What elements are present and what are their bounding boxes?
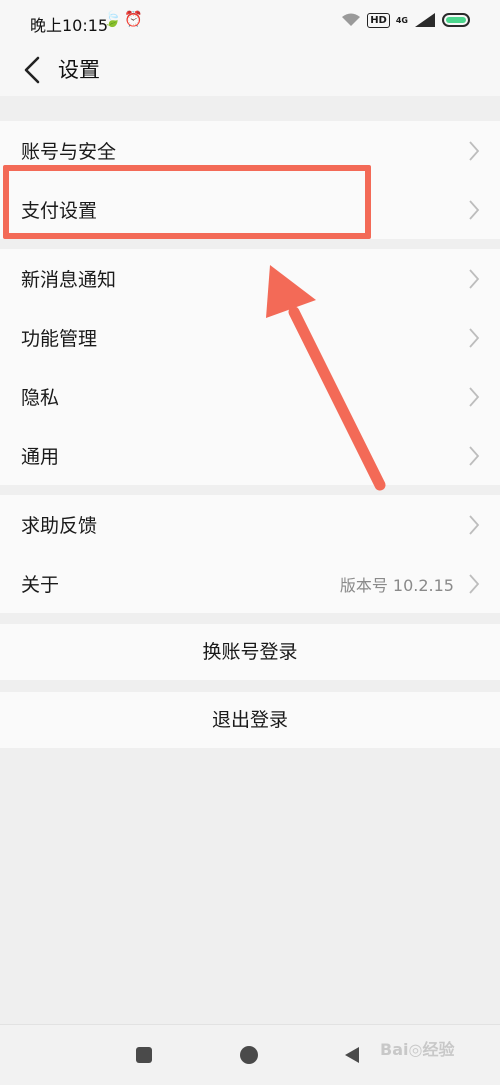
status-time: 晚上10:15	[30, 16, 109, 35]
settings-item-label: 通用	[21, 446, 60, 468]
help-group: 求助反馈 关于 版本号 10.2.15	[0, 495, 500, 613]
highlight-box	[3, 165, 371, 239]
settings-item-general[interactable]: 通用	[0, 426, 500, 485]
settings-item-feedback[interactable]: 求助反馈	[0, 495, 500, 554]
version-value: 版本号 10.2.15	[339, 576, 454, 595]
watermark: Bai◎经验	[380, 1040, 455, 1059]
chevron-left-icon	[24, 56, 40, 84]
settings-item-label: 隐私	[21, 387, 60, 409]
settings-item-privacy[interactable]: 隐私	[0, 367, 500, 426]
page-title: 设置	[58, 58, 100, 82]
signal-icon	[415, 13, 435, 27]
settings-item-label: 求助反馈	[21, 515, 98, 537]
chevron-right-icon	[469, 328, 480, 348]
home-button[interactable]	[240, 1046, 258, 1064]
features-group: 新消息通知 功能管理 隐私 通用	[0, 249, 500, 485]
chevron-right-icon	[469, 141, 480, 161]
settings-item-label: 关于	[21, 574, 60, 596]
alarm-icon: ⏰	[124, 10, 143, 28]
settings-item-label: 新消息通知	[21, 269, 117, 291]
settings-item-label: 功能管理	[21, 328, 98, 350]
network-label: 4G	[395, 15, 408, 25]
chevron-right-icon	[469, 387, 480, 407]
chevron-right-icon	[469, 269, 480, 289]
settings-item-label: 账号与安全	[21, 141, 117, 163]
chevron-right-icon	[469, 200, 480, 220]
battery-icon	[442, 13, 470, 27]
chevron-right-icon	[469, 446, 480, 466]
leaf-icon: 🍃	[103, 10, 122, 28]
status-icons: HD 4G	[341, 12, 470, 28]
settings-item-about[interactable]: 关于 版本号 10.2.15	[0, 554, 500, 613]
chevron-right-icon	[469, 574, 480, 594]
hd-badge: HD	[367, 12, 390, 28]
back-triangle-icon[interactable]	[343, 1045, 361, 1065]
recent-apps-button[interactable]	[136, 1047, 152, 1063]
battery-fill	[446, 17, 466, 23]
status-bar: 晚上10:15 🍃 ⏰ HD 4G	[0, 0, 500, 44]
logout-button[interactable]: 退出登录	[0, 692, 500, 748]
header: 设置	[0, 44, 500, 96]
switch-account-button[interactable]: 换账号登录	[0, 624, 500, 680]
chevron-right-icon	[469, 515, 480, 535]
settings-item-feature-management[interactable]: 功能管理	[0, 308, 500, 367]
back-button[interactable]	[16, 52, 52, 88]
wifi-icon	[342, 13, 361, 26]
settings-item-notifications[interactable]: 新消息通知	[0, 249, 500, 308]
